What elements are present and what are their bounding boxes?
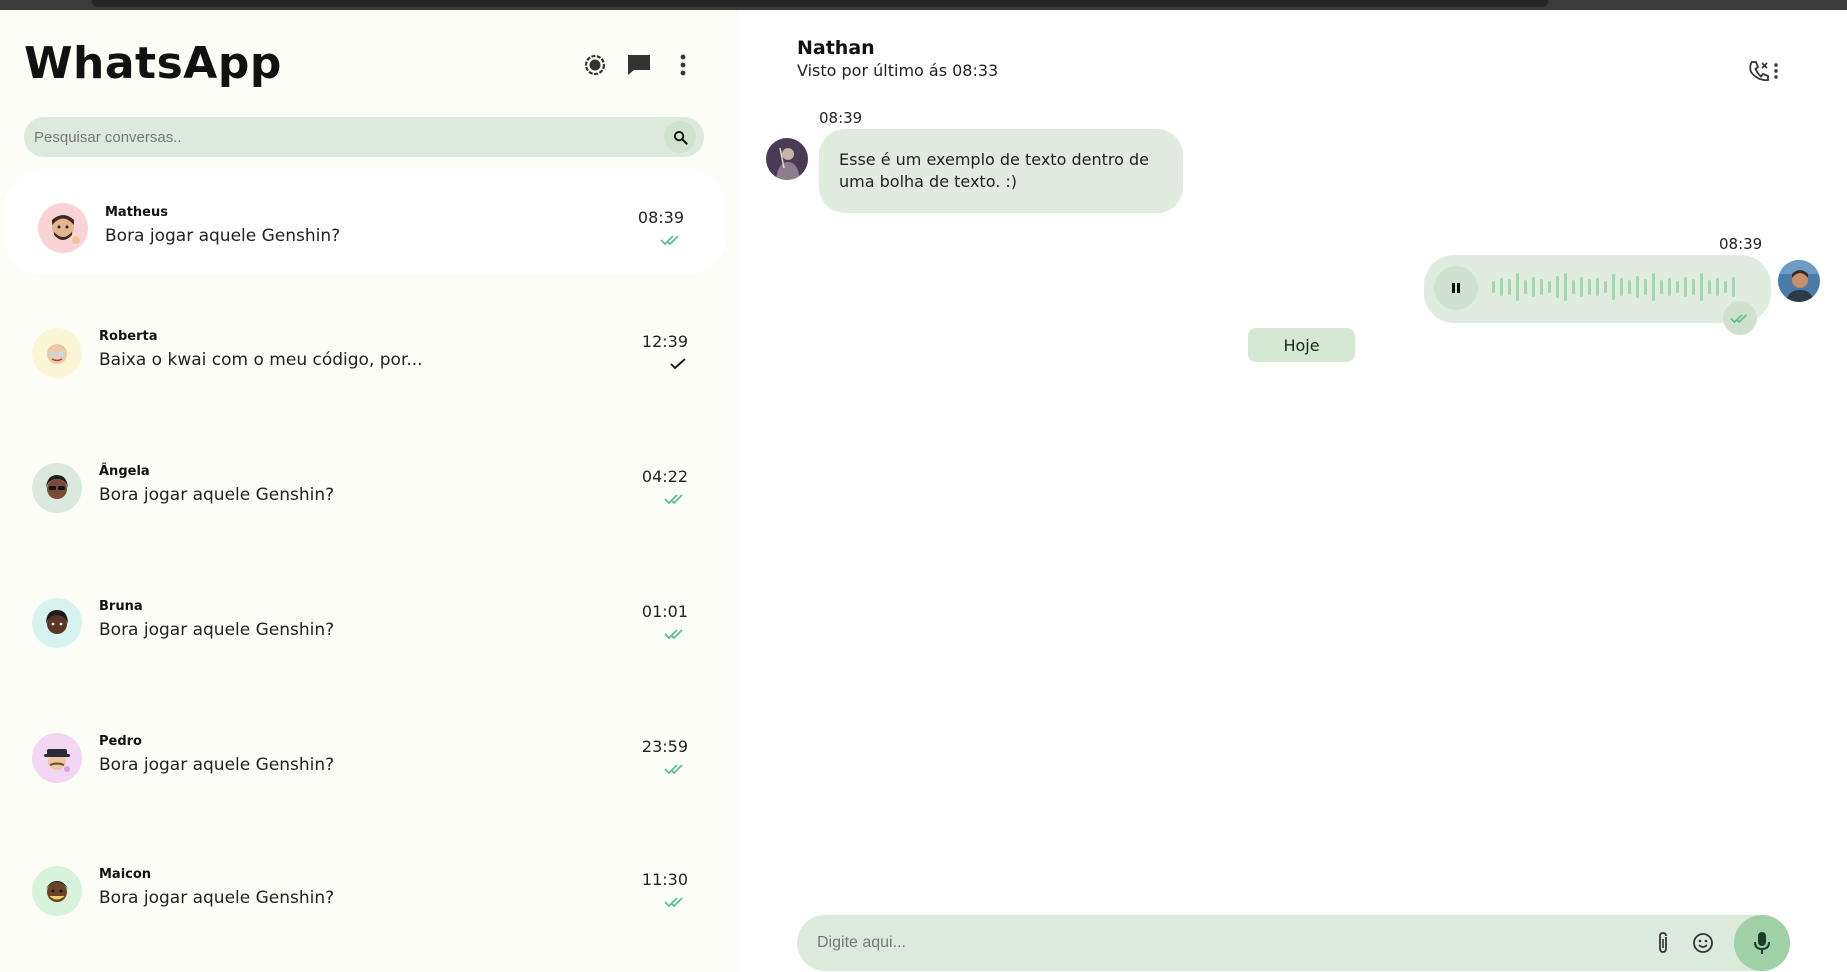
avatar: [32, 328, 82, 378]
chat-item-angela[interactable]: Ângela Bora jogar aquele Genshin? 04:22: [4, 440, 726, 545]
menu-dots-icon[interactable]: [668, 50, 698, 80]
avatar: [32, 866, 82, 916]
chat-name: Matheus: [105, 205, 168, 220]
status-icon[interactable]: [580, 50, 610, 80]
search-input[interactable]: [34, 117, 654, 157]
chat-item-maicon[interactable]: Maicon Bora jogar aquele Genshin? 11:30: [4, 843, 726, 948]
chat-name: Maicon: [99, 867, 152, 882]
sidebar: WhatsApp Matheus Bora jogar aquele Gensh…: [0, 10, 738, 972]
chat-time: 23:59: [641, 737, 688, 756]
contact-status: Visto por último ás 08:33: [797, 61, 999, 80]
chat-item-roberta[interactable]: Roberta Baixa o kwai com o meu código, p…: [4, 305, 726, 410]
chat-name: Bruna: [99, 599, 143, 614]
message-composer: [797, 915, 1790, 971]
chat-last-message: Bora jogar aquele Genshin?: [99, 755, 335, 775]
double-check-icon: [664, 760, 686, 779]
chat-name: Pedro: [99, 734, 142, 749]
chat-item-matheus[interactable]: Matheus Bora jogar aquele Genshin? 08:39: [4, 170, 726, 275]
user-avatar: [1778, 260, 1820, 302]
browser-top-bar: [0, 0, 1847, 10]
double-check-icon: [664, 893, 686, 912]
call-icon[interactable]: [1748, 60, 1770, 82]
chat-item-pedro[interactable]: Pedro Bora jogar aquele Genshin? 23:59: [4, 710, 726, 815]
browser-tab-strip: [92, 0, 1548, 7]
avatar: [38, 203, 88, 253]
chat-time: 12:39: [641, 332, 688, 351]
chat-name: Roberta: [99, 329, 158, 344]
chat-name: Ângela: [99, 464, 150, 479]
chat-last-message: Bora jogar aquele Genshin?: [99, 620, 335, 640]
voice-record-button[interactable]: [1734, 915, 1790, 971]
conversation-panel: Nathan Visto por último ás 08:33 08:39 E…: [738, 10, 1847, 972]
chat-last-message: Bora jogar aquele Genshin?: [99, 888, 335, 908]
contact-avatar: [766, 138, 808, 180]
chat-item-bruna[interactable]: Bruna Bora jogar aquele Genshin? 01:01: [4, 575, 726, 680]
search-button[interactable]: [664, 121, 696, 153]
incoming-message-bubble[interactable]: Esse é um exemplo de texto dentro de uma…: [819, 129, 1183, 213]
message-input[interactable]: [817, 915, 1637, 971]
double-check-icon: [664, 625, 686, 644]
chat-time: 08:39: [637, 208, 684, 227]
search-icon: [673, 130, 688, 145]
chat-time: 01:01: [641, 602, 688, 621]
audio-message-bubble: [1424, 255, 1771, 335]
menu-dots-icon[interactable]: [1774, 63, 1778, 79]
check-icon: [670, 355, 686, 374]
search-bar: [24, 117, 704, 157]
avatar: [32, 598, 82, 648]
message-time: 08:39: [1719, 235, 1763, 253]
double-check-icon: [664, 490, 686, 509]
chat-last-message: Bora jogar aquele Genshin?: [105, 226, 341, 246]
audio-waveform[interactable]: [1492, 269, 1742, 305]
microphone-icon: [1754, 932, 1770, 954]
attach-icon[interactable]: [1649, 929, 1677, 957]
pause-button[interactable]: [1434, 266, 1478, 310]
new-chat-icon[interactable]: [624, 50, 654, 80]
app-title: WhatsApp: [24, 38, 282, 89]
pause-icon: [1452, 283, 1460, 293]
double-check-icon: [1723, 301, 1757, 335]
avatar: [32, 463, 82, 513]
chat-last-message: Baixa o kwai com o meu código, por...: [99, 350, 423, 370]
double-check-icon: [660, 231, 682, 250]
avatar: [32, 733, 82, 783]
chat-time: 04:22: [641, 467, 688, 486]
message-time: 08:39: [819, 109, 863, 127]
chat-last-message: Bora jogar aquele Genshin?: [99, 485, 335, 505]
emoji-icon[interactable]: [1689, 929, 1717, 957]
date-separator: Hoje: [1248, 328, 1355, 362]
contact-name[interactable]: Nathan: [797, 37, 875, 59]
chat-time: 11:30: [641, 870, 688, 889]
